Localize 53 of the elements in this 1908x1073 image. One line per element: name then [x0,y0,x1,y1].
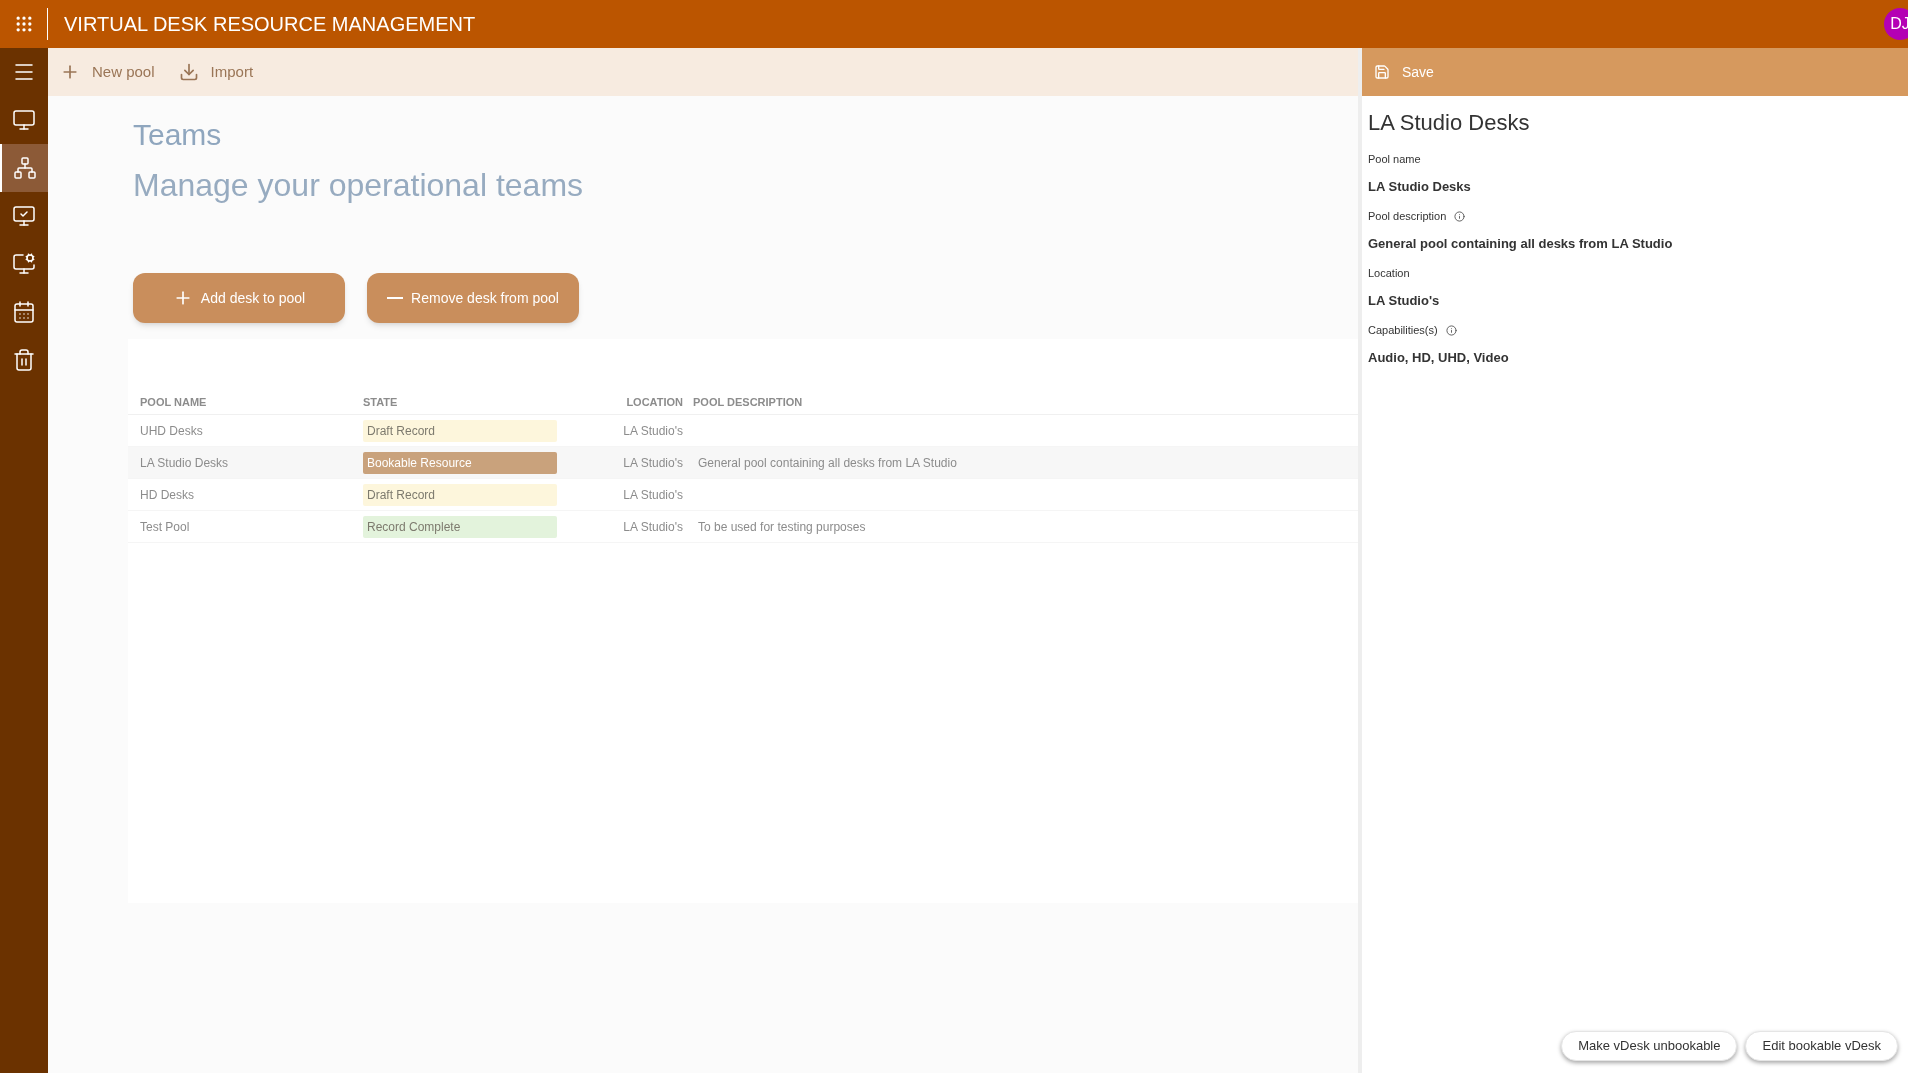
calendar-icon [12,300,36,324]
panel-button[interactable]: Make vDesk unbookable [1561,1031,1738,1061]
table-cell-text: Test Pool [139,518,191,536]
table-row[interactable]: Test Pool Record Complete LA Studio's To be used for testing purposes [128,511,1358,543]
command-button[interactable]: New pool [60,60,155,84]
table-cell-text: LA Studio Desks [139,454,230,472]
table-cell-text: General pool containing all desks from LA Studio [698,454,957,472]
field-value: LA Studio's [1368,291,1441,310]
monitor-icon [12,108,36,132]
table-cell-text: HD Desks [139,486,195,504]
state-tag: Record Complete [363,515,557,538]
column-header: LOCATION [625,394,683,410]
trash-icon [12,348,36,372]
command-button[interactable]: Import [178,60,254,84]
state-tag: Draft Record [363,419,557,442]
table-cell-text: LA Studio's [622,518,683,536]
hierarchy-icon [13,156,37,180]
table-row[interactable]: HD Desks Draft Record LA Studio's [128,479,1358,511]
panel-title: LA Studio Desks [1368,109,1531,137]
monitor-gear-icon [12,252,36,276]
column-header: STATE [363,394,399,410]
save-icon [1374,64,1390,80]
field-value: LA Studio Desks [1368,177,1472,196]
app-title: VIRTUAL DESK RESOURCE MANAGEMENT [64,12,476,37]
page-subtitle: Manage your operational teams [133,166,585,205]
action-button[interactable]: Add desk to pool [133,273,345,323]
table-cell-text: LA Studio's [622,486,683,504]
table-cell-text: To be used for testing purposes [698,518,866,536]
table-row[interactable]: LA Studio Desks Bookable Resource LA Studio's General pool containing all desks from LA Studio [128,447,1358,479]
monitor-check-icon [12,204,36,228]
field-label: Pool name [1368,152,1421,167]
action-button[interactable]: Remove desk from pool [367,273,579,323]
save-button[interactable]: Save [1374,61,1434,83]
table-cell-text: UHD Desks [139,422,204,440]
minus-icon [387,297,404,299]
table-cell-text: LA Studio's [622,454,683,472]
nav-item[interactable] [0,144,48,192]
table-cell-text: LA Studio's [622,422,683,440]
column-header: POOL NAME [139,394,208,410]
field-value: General pool containing all desks from LA Studio [1368,234,1674,253]
download-icon [178,62,199,82]
page-title: Teams [133,117,223,153]
field-label: Location [1368,266,1410,281]
info-icon[interactable] [1454,210,1466,222]
field-label: Pool description [1368,209,1447,224]
field-label: Capabilities(s) [1368,323,1438,338]
column-header: POOL DESCRIPTION [693,394,803,410]
field-value: Audio, HD, UHD, Video [1368,348,1510,367]
info-icon[interactable] [1445,324,1457,336]
state-tag: Draft Record [363,483,557,506]
panel-button[interactable]: Edit bookable vDesk [1745,1031,1898,1061]
user-avatar[interactable]: DJ [1884,8,1908,40]
state-tag: Bookable Resource [363,451,557,474]
